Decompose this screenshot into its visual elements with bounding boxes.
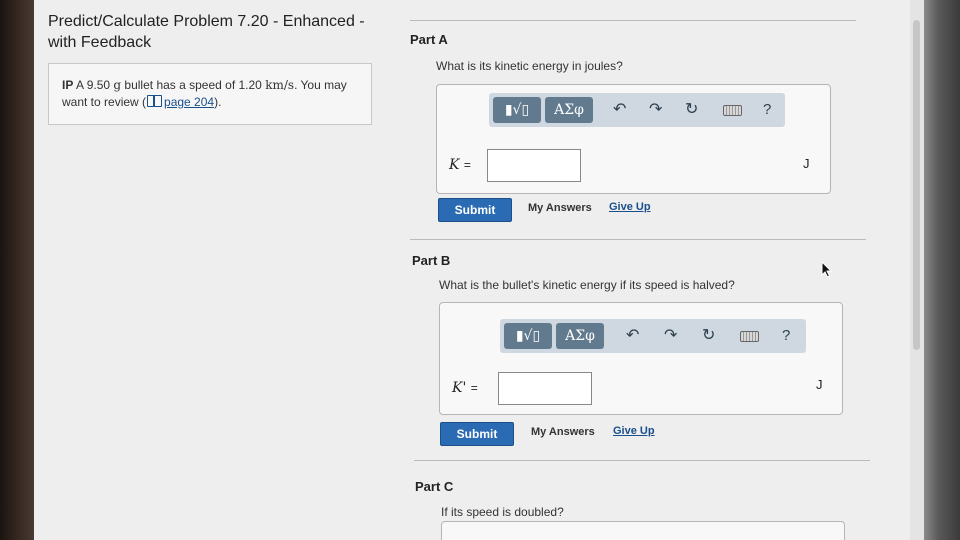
page-scrollbar-thumb[interactable] — [913, 20, 920, 350]
part-b-help-icon[interactable]: ? — [782, 325, 790, 347]
part-a-submit-button[interactable]: Submit — [438, 198, 512, 222]
part-a-undo-icon[interactable]: ↶ — [613, 99, 626, 121]
part-b-template-button[interactable]: ▮√▯ — [504, 323, 552, 349]
part-b-answer-box: ▮√▯ ΑΣφ ↶ ↷ ↻ ? K' = J — [439, 302, 843, 415]
part-c-label: Part C — [415, 479, 454, 494]
part-b-keyboard-icon[interactable] — [740, 331, 759, 342]
part-a-greek-button[interactable]: ΑΣφ — [545, 97, 593, 123]
ip-tag: IP — [62, 78, 74, 92]
part-a-answer-box: ▮√▯ ΑΣφ ↶ ↷ ↻ ? K = J — [436, 84, 831, 194]
title-divider — [410, 20, 856, 21]
part-a-keyboard-icon[interactable] — [723, 105, 742, 116]
mouse-cursor-icon — [821, 261, 833, 278]
part-b-give-up-link[interactable]: Give Up — [613, 425, 655, 437]
part-b-submit-button[interactable]: Submit — [440, 422, 514, 446]
textbook-page-label: page 204 — [164, 95, 215, 109]
part-b-unit: J — [816, 377, 823, 392]
problem-page: Predict/Calculate Problem 7.20 - Enhance… — [34, 0, 924, 540]
part-b-variable: K' — [452, 380, 467, 396]
part-a-variable-label: K = — [449, 157, 471, 173]
part-a-answer-input[interactable] — [487, 149, 581, 182]
part-a-math-toolbar: ▮√▯ ΑΣφ ↶ ↷ ↻ ? — [489, 93, 785, 127]
book-icon — [147, 95, 163, 107]
part-a-question: What is its kinetic energy in joules? — [436, 59, 623, 73]
page-scrollbar[interactable] — [910, 0, 924, 540]
part-a-variable: K — [449, 157, 460, 173]
problem-intro-box: IP A 9.50 g bullet has a speed of 1.20 k… — [48, 63, 372, 125]
part-a-template-button[interactable]: ▮√▯ — [493, 97, 541, 123]
textbook-page-link[interactable]: page 204 — [146, 95, 214, 109]
unit-speed: km/s — [265, 78, 295, 92]
part-a-label: Part A — [410, 32, 448, 47]
part-b-answer-input[interactable] — [498, 372, 592, 405]
part-a-unit: J — [803, 156, 810, 171]
part-b-question: What is the bullet's kinetic energy if i… — [439, 278, 735, 292]
part-a-my-answers-link[interactable]: My Answers — [528, 202, 592, 214]
part-a-equals: = — [463, 158, 471, 172]
screen-bezel-right — [924, 0, 960, 540]
problem-title: Predict/Calculate Problem 7.20 - Enhance… — [48, 13, 365, 51]
part-a-give-up-link[interactable]: Give Up — [609, 201, 651, 213]
part-a-help-icon[interactable]: ? — [763, 99, 771, 121]
part-b-label: Part B — [412, 253, 451, 268]
part-b-divider — [414, 460, 870, 461]
part-c-question: If its speed is doubled? — [441, 505, 564, 519]
intro-text-a: A 9.50 — [76, 78, 111, 92]
part-b-math-toolbar: ▮√▯ ΑΣφ ↶ ↷ ↻ ? — [500, 319, 806, 353]
intro-text-d: ). — [214, 95, 222, 109]
part-b-redo-icon[interactable]: ↷ — [664, 325, 677, 347]
part-b-undo-icon[interactable]: ↶ — [626, 325, 639, 347]
part-b-my-answers-link[interactable]: My Answers — [531, 426, 595, 438]
intro-text-b: bullet has a speed of 1.20 — [124, 78, 262, 92]
screen-bezel-left — [0, 0, 34, 540]
part-b-equals: = — [470, 381, 478, 395]
part-b-reset-icon[interactable]: ↻ — [702, 325, 715, 347]
unit-mass: g — [113, 78, 122, 92]
part-b-variable-label: K' = — [452, 380, 478, 396]
part-c-answer-box — [441, 521, 845, 540]
part-a-divider — [410, 239, 866, 240]
part-b-greek-button[interactable]: ΑΣφ — [556, 323, 604, 349]
part-a-redo-icon[interactable]: ↷ — [649, 99, 662, 121]
part-a-reset-icon[interactable]: ↻ — [685, 99, 698, 121]
problem-intro-text: IP A 9.50 g bullet has a speed of 1.20 k… — [62, 77, 362, 111]
